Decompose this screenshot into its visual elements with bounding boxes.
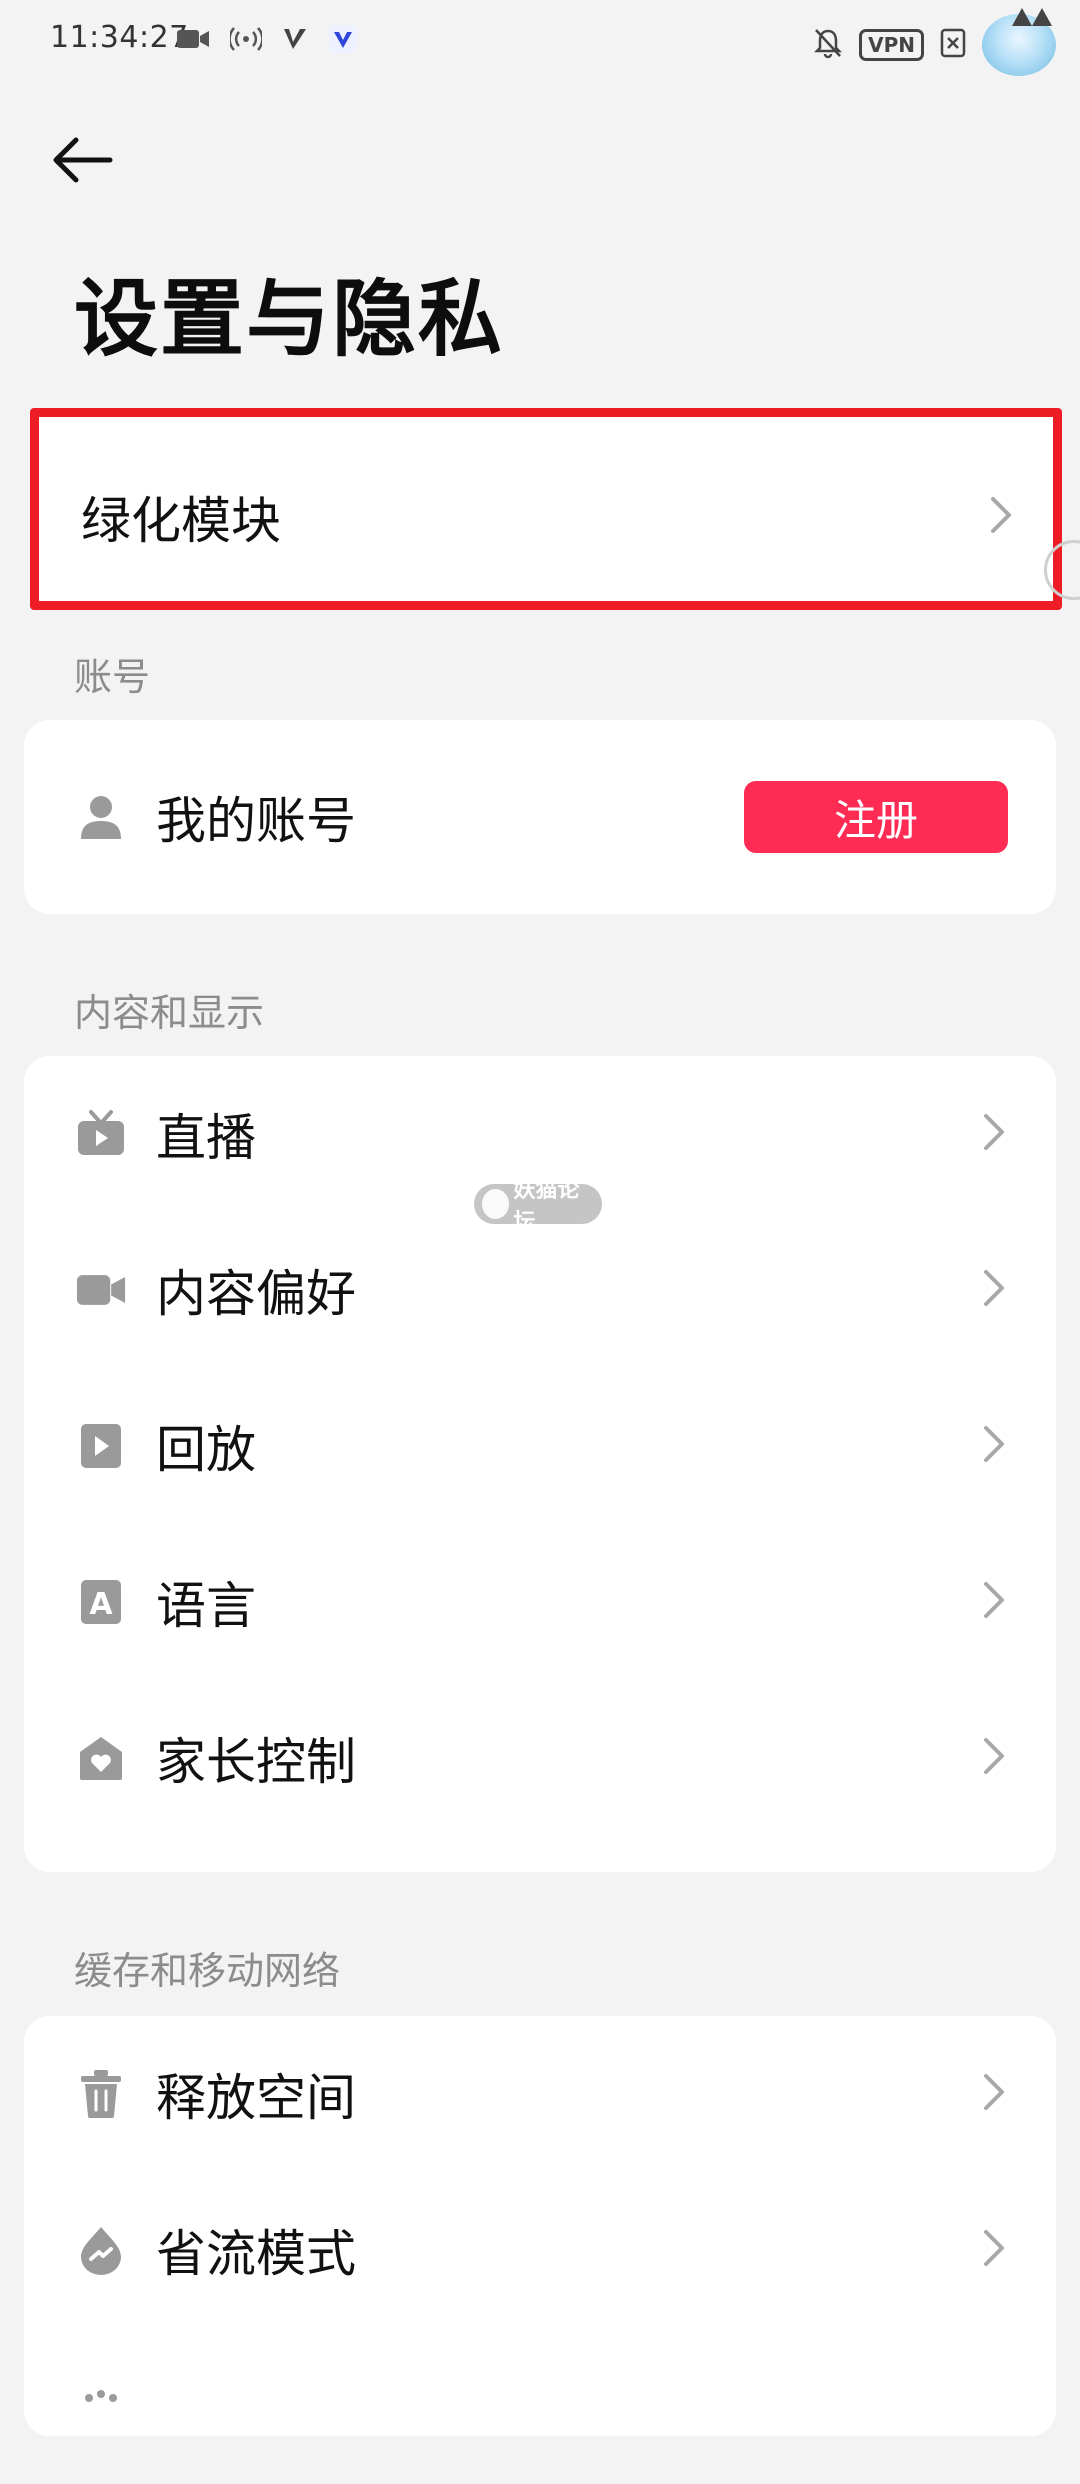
hotspot-icon <box>228 26 264 56</box>
data-saver-icon <box>76 2225 126 2275</box>
section-label-content-display: 内容和显示 <box>74 991 265 1035</box>
content-preferences-label: 内容偏好 <box>156 1265 356 1323</box>
back-button[interactable] <box>46 128 118 192</box>
section-label-cache-network: 缓存和移动网络 <box>74 1949 341 1993</box>
trash-icon <box>76 2069 126 2119</box>
user-icon <box>76 792 126 842</box>
account-card: 我的账号 注册 <box>24 720 1056 914</box>
greening-module-row[interactable]: 绿化模块 <box>30 408 1062 610</box>
language-label: 语言 <box>156 1577 256 1635</box>
live-label: 直播 <box>156 1109 256 1167</box>
list-item-my-account[interactable]: 我的账号 注册 <box>24 739 1056 895</box>
play-icon <box>76 1421 126 1471</box>
tv-icon <box>76 1109 126 1159</box>
anime-avatar <box>982 8 1056 76</box>
language-icon-glyph: A <box>89 1587 113 1622</box>
chevron-right-icon <box>989 495 1013 539</box>
status-time: 11:34:27 <box>50 20 189 55</box>
chevron-right-icon <box>982 1736 1006 1780</box>
list-item-parental-control[interactable]: 家长控制 <box>24 1680 1056 1836</box>
house-heart-icon <box>76 1733 126 1783</box>
status-bar: 11:34:27 VPN <box>0 0 1080 80</box>
chevron-right-icon <box>982 1268 1006 1312</box>
free-space-label: 释放空间 <box>156 2069 356 2127</box>
status-left-icons <box>176 24 358 58</box>
watermark-logo-icon <box>482 1189 510 1219</box>
data-saver-label: 省流模式 <box>156 2225 356 2283</box>
partial-row-icon <box>76 2381 126 2431</box>
blue-v-app-icon <box>328 24 358 58</box>
playback-label: 回放 <box>156 1421 256 1479</box>
list-item-playback[interactable]: 回放 <box>24 1368 1056 1524</box>
page-title: 设置与隐私 <box>74 270 505 368</box>
greening-module-label: 绿化模块 <box>81 492 281 550</box>
status-right-icons: VPN <box>813 8 1056 76</box>
v-logo-icon <box>282 26 308 56</box>
list-item-free-space[interactable]: 释放空间 <box>24 2016 1056 2172</box>
section-label-account: 账号 <box>74 655 151 699</box>
language-icon: A <box>76 1577 126 1627</box>
video-camera-icon <box>176 26 210 56</box>
chevron-right-icon <box>982 1424 1006 1468</box>
chevron-right-icon <box>982 1580 1006 1624</box>
chevron-right-icon <box>982 2228 1006 2272</box>
forum-watermark: 妖猫论坛 <box>474 1178 602 1235</box>
vpn-icon: VPN <box>859 29 924 61</box>
list-item-partial[interactable] <box>24 2328 1056 2484</box>
chevron-right-icon <box>982 2072 1006 2116</box>
list-item-language[interactable]: A 语言 <box>24 1524 1056 1680</box>
signup-button[interactable]: 注册 <box>744 781 1008 853</box>
my-account-label: 我的账号 <box>156 792 356 850</box>
arrow-left-icon <box>53 137 113 183</box>
muted-bell-icon <box>813 27 843 63</box>
chevron-right-icon <box>982 1112 1006 1156</box>
parental-control-label: 家长控制 <box>156 1733 356 1791</box>
x-notification-icon <box>940 28 966 62</box>
video-camera-icon <box>76 1265 126 1315</box>
list-item-data-saver[interactable]: 省流模式 <box>24 2172 1056 2328</box>
watermark-text: 妖猫论坛 <box>513 1178 580 1235</box>
cache-network-card: 释放空间 省流模式 <box>24 2016 1056 2436</box>
